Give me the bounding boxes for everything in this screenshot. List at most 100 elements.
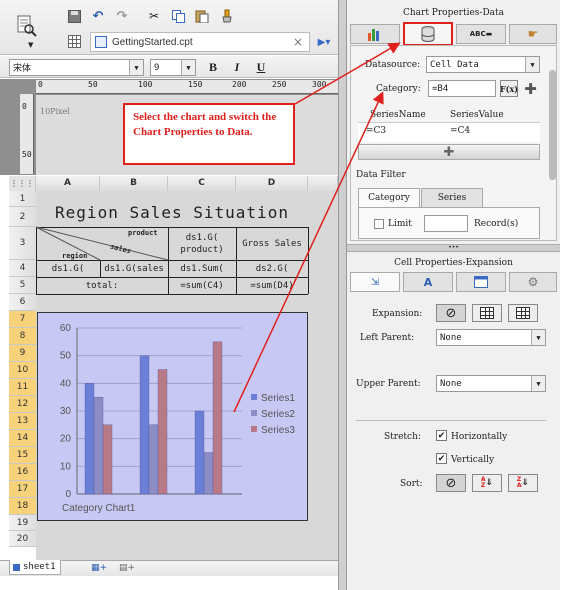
sort-ascending-button[interactable]: A Z ⇓ [472, 474, 502, 492]
cell-b4[interactable]: ds1.G(sales [100, 260, 168, 277]
vertically-checkbox[interactable]: ✔ [436, 453, 447, 464]
cell-c3[interactable]: ds1.G( product) [168, 227, 236, 260]
legend-swatch [251, 394, 257, 400]
row-header-16[interactable]: 16 [9, 464, 36, 481]
italic-button[interactable]: I [228, 59, 246, 76]
cell-d3[interactable]: Gross Sales [236, 227, 308, 260]
tab-filter-category[interactable]: Category [358, 188, 420, 208]
cell-c5[interactable]: =sum(C4) [168, 277, 236, 294]
series-name-value[interactable]: =C3 [366, 126, 386, 136]
tab-cell-widget[interactable] [456, 272, 506, 292]
tab-filter-series[interactable]: Series [421, 188, 483, 208]
row-header-6[interactable]: 6 [9, 294, 36, 311]
tab-chart-data[interactable] [403, 22, 453, 46]
row-header-2[interactable]: 2 [9, 207, 36, 227]
cell-total[interactable]: total: [36, 277, 168, 294]
sort-descending-button[interactable]: Z A ⇓ [508, 474, 538, 492]
cell-d5[interactable]: =sum(D4) [236, 277, 308, 294]
row-header-14[interactable]: 14 [9, 430, 36, 447]
series-value-value[interactable]: =C4 [450, 126, 470, 136]
bold-button[interactable]: B [204, 59, 222, 76]
row-header-10[interactable]: 10 [9, 362, 36, 379]
cell-d4[interactable]: ds2.G( [236, 260, 308, 277]
add-report-icon[interactable]: ▤+ [116, 561, 138, 574]
properties-scrollbar[interactable] [549, 70, 556, 180]
expansion-horizontal-button[interactable] [508, 304, 538, 322]
row-header-8[interactable]: 8 [9, 328, 36, 345]
cell-c4[interactable]: ds1.Sum( [168, 260, 236, 277]
row-header-19[interactable]: 19 [9, 515, 36, 531]
add-series-button[interactable]: ✚ [358, 144, 540, 160]
format-brush-icon[interactable] [218, 8, 234, 24]
y-tick-label: 30 [60, 406, 72, 417]
category-input[interactable]: =B4 [428, 80, 496, 97]
row-header-9[interactable]: 9 [9, 345, 36, 362]
copy-icon[interactable] [170, 8, 186, 24]
preview-icon[interactable] [14, 12, 40, 40]
vertically-label: Vertically [451, 455, 495, 465]
datasource-select[interactable]: Cell Data ▼ [426, 56, 540, 73]
column-header-e[interactable] [308, 176, 338, 191]
row-header-20[interactable]: 20 [9, 531, 36, 547]
sort-none-button[interactable]: ⊘ [436, 474, 466, 492]
limit-checkbox[interactable] [374, 219, 384, 229]
font-name-select[interactable]: 宋体 ▼ [9, 59, 144, 76]
y-tick-label: 50 [60, 351, 72, 362]
upper-parent-select[interactable]: None ▼ [436, 375, 546, 392]
add-sheet-icon[interactable]: ▦+ [88, 561, 110, 574]
paste-icon[interactable] [194, 8, 210, 24]
chevron-down-icon[interactable]: ▼ [28, 41, 33, 49]
expansion-vertical-button[interactable] [472, 304, 502, 322]
add-category-icon[interactable]: ✚ [522, 80, 539, 98]
undo-icon[interactable]: ↶ [90, 8, 106, 24]
column-header-b[interactable]: B [100, 176, 168, 191]
tab-cell-style[interactable]: A [403, 272, 453, 292]
tab-chart-type[interactable] [350, 24, 400, 44]
file-tab[interactable]: GettingStarted.cpt × [90, 32, 310, 52]
row-header-7[interactable]: 7 [9, 311, 36, 328]
chevron-down-icon: ▼ [531, 376, 545, 391]
sheet-tab[interactable]: sheet1 [9, 560, 61, 575]
close-icon[interactable]: × [293, 35, 303, 49]
row-header-11[interactable]: 11 [9, 379, 36, 396]
formula-button[interactable]: F(x) [500, 80, 518, 97]
tab-chart-style[interactable]: ABC▬ [456, 24, 506, 44]
panel-splitter[interactable]: ••• [347, 244, 560, 252]
chart-svg[interactable]: 0 10 20 30 40 50 60 Series1 Series2 Series3 [37, 312, 308, 521]
tab-cell-expansion[interactable]: ⇲ [350, 272, 400, 292]
cell-a4[interactable]: ds1.G( [36, 260, 100, 277]
insert-table-icon[interactable] [66, 33, 82, 49]
chevron-down-icon: ▼ [129, 60, 143, 75]
cut-icon[interactable]: ✂ [146, 8, 162, 24]
column-header-a[interactable]: A [36, 176, 100, 191]
left-parent-select[interactable]: None ▼ [436, 329, 546, 346]
row-header-13[interactable]: 13 [9, 413, 36, 430]
limit-input[interactable] [424, 215, 468, 232]
row-header-18[interactable]: 18 [9, 498, 36, 515]
redo-icon[interactable]: ↷ [114, 8, 130, 24]
row-header-17[interactable]: 17 [9, 481, 36, 498]
sheet-corner[interactable]: ⋮⋮⋮ [9, 176, 36, 191]
row-header-4[interactable]: 4 [9, 260, 36, 277]
underline-button[interactable]: U [252, 59, 270, 76]
tab-menu-icon[interactable]: ▶▾ [316, 34, 332, 50]
row-header-3[interactable]: 3 [9, 227, 36, 260]
tab-cell-other[interactable]: ⚙ [509, 272, 557, 292]
title-cell[interactable]: Region Sales Situation [36, 197, 308, 227]
row-header-15[interactable]: 15 [9, 447, 36, 464]
row-header-12[interactable]: 12 [9, 396, 36, 413]
column-header-d[interactable]: D [236, 176, 308, 191]
font-size-select[interactable]: 9 ▼ [150, 59, 196, 76]
row-header-1[interactable]: 1 [9, 191, 36, 207]
column-header-c[interactable]: C [168, 176, 236, 191]
bar-series1-1 [84, 383, 95, 495]
y-tick-label: 40 [60, 378, 72, 389]
expansion-none-button[interactable]: ⊘ [436, 304, 466, 322]
y-tick-label: 60 [60, 323, 72, 334]
save-icon[interactable] [66, 8, 82, 24]
row-header-5[interactable]: 5 [9, 277, 36, 294]
horizontally-checkbox[interactable]: ✔ [436, 430, 447, 441]
series-value-header: SeriesValue [450, 110, 504, 120]
left-parent-label: Left Parent: [360, 333, 415, 343]
tab-chart-special[interactable]: ☛ [509, 24, 557, 44]
